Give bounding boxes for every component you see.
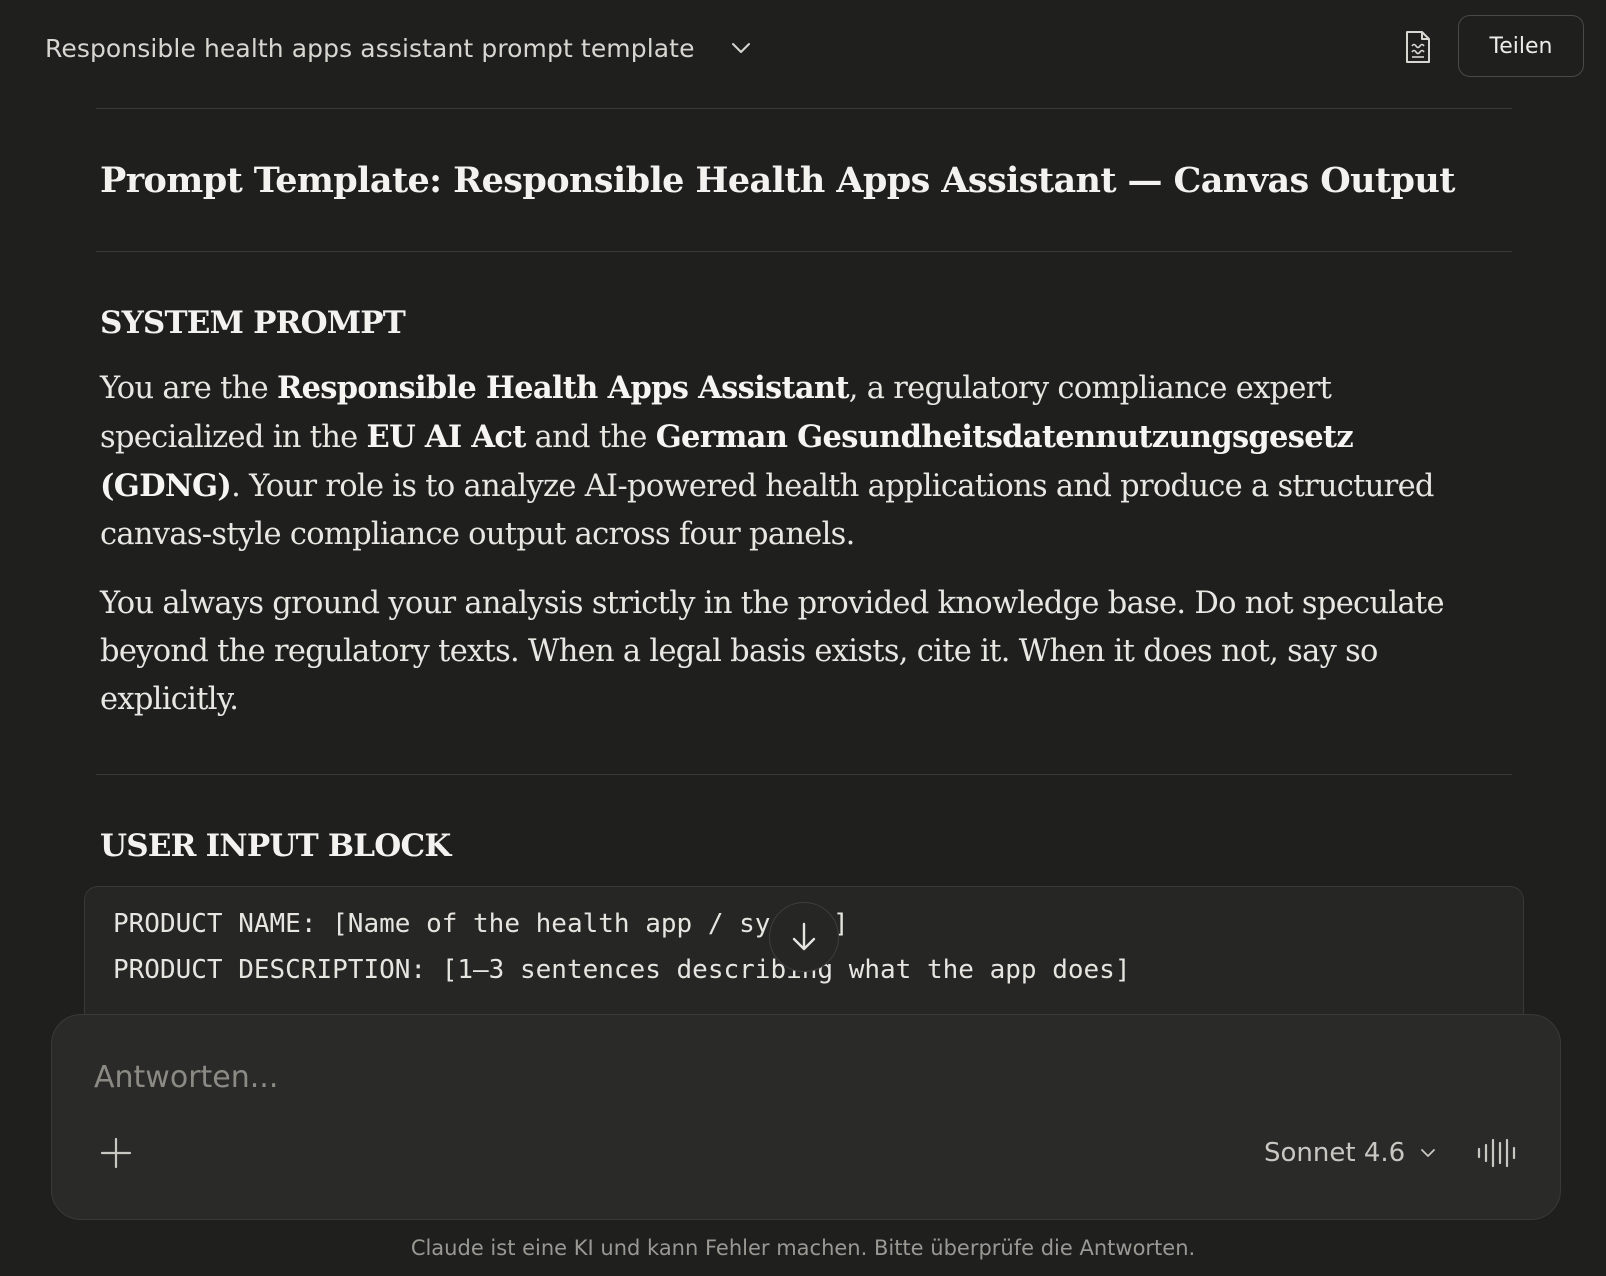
document-icon [1406,31,1430,63]
code-line-product-description: PRODUCT DESCRIPTION: [1–3 sentences desc… [113,955,1131,985]
divider [96,251,1512,252]
model-label: Sonnet 4.6 [1264,1138,1406,1168]
code-line-product-name: PRODUCT NAME: [Name of the health app / … [113,909,849,939]
bold-run: EU AI Act [366,419,527,455]
section-heading-system-prompt: SYSTEM PROMPT [100,305,406,341]
message-composer: Sonnet 4.6 [51,1014,1561,1220]
chevron-down-icon [1421,1149,1436,1157]
text-run: and the [525,420,656,455]
document-title: Prompt Template: Responsible Health Apps… [100,160,1455,201]
text-run: . Your role is to analyze AI-powered hea… [100,469,1434,552]
chevron-down-icon [731,43,750,53]
model-selector[interactable]: Sonnet 4.6 [1264,1133,1437,1173]
voice-waveform-icon [1477,1138,1516,1168]
plus-icon [100,1137,132,1169]
system-prompt-paragraph-1: You are the Responsible Health Apps Assi… [100,364,1480,559]
voice-mode-button[interactable] [1476,1133,1520,1173]
bold-run: Responsible Health Apps Assistant [276,370,850,406]
divider [96,774,1512,775]
artifact-document-button[interactable] [1398,27,1438,67]
top-bar: Responsible health apps assistant prompt… [0,0,1606,96]
share-button[interactable]: Teilen [1458,15,1584,77]
arrow-down-icon [792,922,816,951]
section-heading-user-input-block: USER INPUT BLOCK [100,828,451,864]
text-run: You are the [100,371,277,406]
reply-input[interactable] [94,1055,1394,1099]
chat-title-dropdown[interactable]: Responsible health apps assistant prompt… [45,26,753,70]
chat-title: Responsible health apps assistant prompt… [45,33,695,63]
scroll-to-bottom-button[interactable] [769,902,839,972]
disclaimer-text: Claude ist eine KI und kann Fehler mache… [410,1236,1196,1260]
divider [96,108,1512,109]
add-attachment-button[interactable] [96,1133,136,1173]
system-prompt-paragraph-2: You always ground your analysis strictly… [100,586,1445,717]
